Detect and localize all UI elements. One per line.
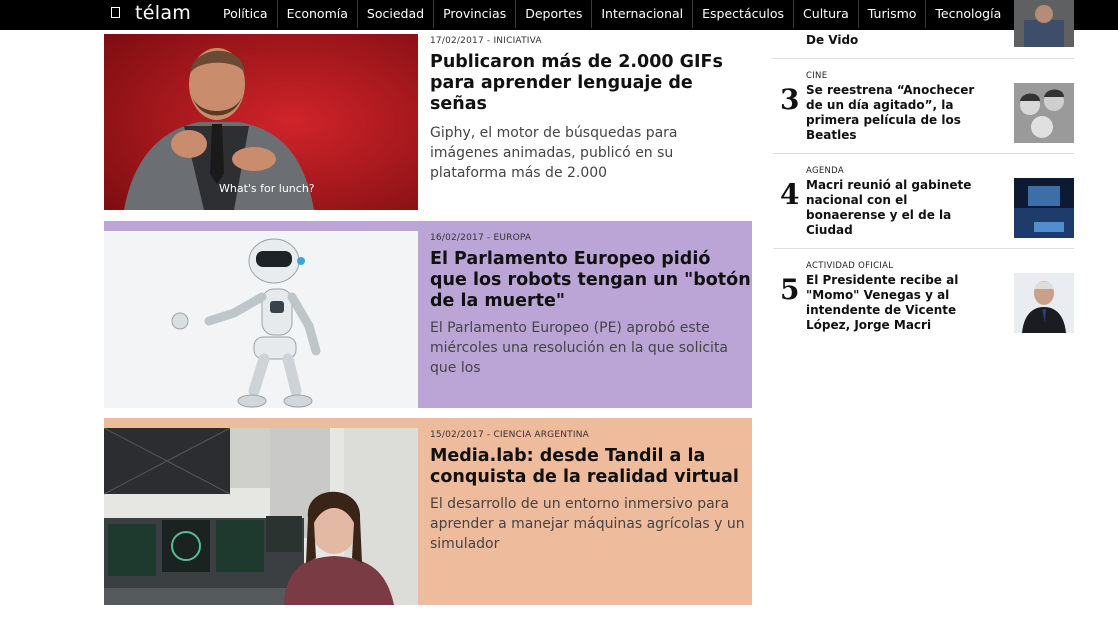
sidebar-item[interactable]: 3 CINE Se reestrena “Anochecer de un día… (773, 59, 1074, 154)
rank-number: 4 (780, 178, 800, 211)
article-headline[interactable]: El Parlamento Europeo pidió que los robo… (430, 249, 752, 312)
nav-item-deportes[interactable]: Deportes (515, 0, 591, 28)
article-summary: El desarrollo de un entorno inmersivo pa… (430, 496, 745, 552)
sidebar-item[interactable]: 5 ACTIVIDAD OFICIAL El Presidente recibe… (773, 249, 1074, 344)
rank-number: 3 (780, 83, 800, 116)
sidebar-item-image[interactable] (1014, 273, 1074, 333)
article-card[interactable]: 15/02/2017 - CIENCIA ARGENTINA Media.lab… (104, 418, 752, 605)
sidebar-item-title[interactable]: El Presidente recibe al "Momo" Venegas y… (806, 273, 986, 333)
sidebar-item-tag: ACTIVIDAD OFICIAL (806, 261, 894, 271)
sidebar-item-tag: AGENDA (806, 166, 844, 176)
article-meta: 15/02/2017 - CIENCIA ARGENTINA (430, 430, 589, 440)
article-image[interactable] (104, 231, 418, 408)
image-caption: What's for lunch? (219, 182, 315, 195)
article-meta: 17/02/2017 - INICIATIVA (430, 36, 542, 46)
article-image[interactable] (104, 428, 418, 605)
sidebar-item-image[interactable] (1014, 0, 1074, 47)
sidebar-item[interactable]: 4 AGENDA Macri reunió al gabinete nacion… (773, 154, 1074, 249)
nav-item-economia[interactable]: Economía (276, 0, 357, 28)
nav-item-politica[interactable]: Política (214, 0, 277, 28)
sidebar-item-image[interactable] (1014, 178, 1074, 238)
nav-item-provincias[interactable]: Provincias (433, 0, 515, 28)
article-meta: 16/02/2017 - EUROPA (430, 233, 532, 243)
rank-number: 5 (780, 273, 800, 306)
sidebar-item-title[interactable]: De Vido (806, 33, 986, 48)
nav-item-sociedad[interactable]: Sociedad (356, 0, 433, 28)
article-card[interactable]: What's for lunch? 17/02/2017 - INICIATIV… (104, 34, 752, 210)
article-card[interactable]: 16/02/2017 - EUROPA El Parlamento Europe… (104, 221, 752, 408)
menu-icon[interactable] (111, 7, 120, 18)
most-read-sidebar: De Vido 3 CINE Se reestrena “Anochecer d… (773, 0, 1074, 340)
sidebar-item-tag: CINE (806, 71, 828, 81)
article-headline[interactable]: Media.lab: desde Tandil a la conquista d… (430, 446, 752, 488)
sidebar-item-title[interactable]: Macri reunió al gabinete nacional con el… (806, 178, 986, 238)
sidebar-item-image[interactable] (1014, 83, 1074, 143)
article-image[interactable]: What's for lunch? (104, 34, 418, 210)
article-headline[interactable]: Publicaron más de 2.000 GIFs para aprend… (430, 52, 746, 115)
article-summary: El Parlamento Europeo (PE) aprobó este m… (430, 320, 729, 376)
nav-item-internacional[interactable]: Internacional (591, 0, 692, 28)
sidebar-item[interactable]: De Vido (773, 0, 1074, 59)
sidebar-item-title[interactable]: Se reestrena “Anochecer de un día agitad… (806, 83, 986, 143)
site-logo[interactable]: télam (135, 0, 191, 28)
article-summary: Giphy, el motor de búsquedas para imágen… (430, 125, 678, 181)
